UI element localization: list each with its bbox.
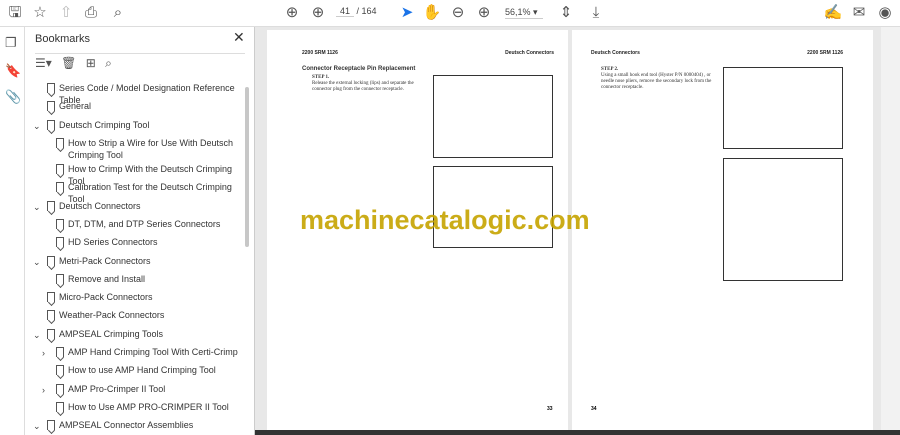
delete-icon[interactable]: 🗑 (61, 56, 76, 70)
print-icon[interactable]: ⎙ (81, 4, 101, 22)
find-bookmark-icon[interactable]: ⌕ (105, 56, 112, 70)
bookmark-label: Deutsch Crimping Tool (59, 120, 150, 130)
next-page-icon[interactable]: ⊕ (308, 4, 328, 22)
chevron-right-icon[interactable]: › (42, 347, 45, 359)
chevron-down-icon[interactable]: ⌄ (33, 256, 41, 268)
chevron-down-icon[interactable]: ⌄ (33, 201, 41, 213)
select-cursor-icon[interactable]: ➤ (397, 4, 417, 22)
header-left: Deutsch Connectors (591, 50, 640, 56)
bookmark-icon (47, 310, 55, 320)
bookmark-label: DT, DTM, and DTP Series Connectors (68, 219, 221, 229)
total-pages: / 164 (356, 6, 377, 16)
chevron-right-icon[interactable]: › (42, 384, 45, 396)
page-number: 33 (547, 406, 553, 412)
figure-secondary-lock (723, 67, 843, 149)
bookmark-icon (56, 164, 64, 174)
bookmark-label: How to use AMP Hand Crimping Tool (68, 365, 216, 375)
zoom-in-icon[interactable]: ⊕ (474, 4, 494, 22)
bottom-bar (255, 430, 900, 435)
bookmark-icon (47, 292, 55, 302)
email-icon[interactable]: ✉ (849, 4, 869, 22)
bookmark-label: Weather-Pack Connectors (59, 310, 165, 320)
bookmark-label: Metri-Pack Connectors (59, 256, 151, 266)
scroll-mode-icon[interactable]: ⤓ (586, 4, 606, 22)
bookmark-label: Deutsch Connectors (59, 201, 141, 211)
chevron-down-icon[interactable]: ⌄ (33, 329, 41, 341)
zoom-select[interactable]: 56,1% ▾ (505, 7, 543, 19)
bookmark-label: How to Use AMP PRO-CRIMPER II Tool (68, 402, 229, 412)
bookmark-icon (56, 347, 64, 357)
page-indicator: 41 / 164 (336, 6, 377, 17)
prev-page-icon[interactable]: ⊕ (282, 4, 302, 22)
chevron-down-icon[interactable]: ⌄ (33, 120, 41, 132)
page-number-input[interactable]: 41 (336, 6, 354, 17)
bookmark-icon (56, 138, 64, 148)
header-right: 2200 SRM 1126 (807, 50, 843, 56)
header-right: Deutsch Connectors (505, 50, 554, 56)
bookmark-label: AMPSEAL Crimping Tools (59, 329, 164, 339)
bookmark-label: How to Strip a Wire for Use With Deutsch… (68, 138, 234, 160)
step-text: Release the external locking (lips) and … (312, 81, 414, 92)
bookmark-icon (56, 384, 64, 394)
bookmark-icon (47, 329, 55, 339)
toolbar: 🖫 ☆ ⇧ ⎙ ⌕ ⊕ ⊕ 41 / 164 ➤ ✋ ⊖ ⊕ 56,1% ▾ ⇕… (0, 0, 900, 27)
chevron-down-icon[interactable]: ⌄ (33, 420, 41, 432)
bookmark-icon (56, 274, 64, 284)
bookmark-label: HD Series Connectors (68, 237, 158, 247)
bookmark-icon (47, 101, 55, 111)
bookmark-icon (47, 83, 55, 93)
add-bookmark-icon[interactable]: ⊞ (86, 56, 96, 70)
search-icon[interactable]: ⌕ (108, 4, 128, 22)
bookmark-icon (56, 237, 64, 247)
left-rail: ❐ 🔖 📎 (0, 27, 25, 435)
bookmark-icon (56, 182, 64, 192)
bookmark-tools: ☰▾ 🗑 ⊞ ⌕ (35, 53, 245, 71)
bookmark-icon (47, 420, 55, 430)
bookmark-icon (47, 120, 55, 130)
bookmark-label: AMP Pro-Crimper II Tool (68, 384, 166, 394)
attachment-icon[interactable]: 📎 (5, 89, 21, 105)
bookmark-icon (56, 219, 64, 229)
hand-tool-icon[interactable]: ✋ (422, 4, 442, 22)
bookmark-icon (56, 365, 64, 375)
viewer-scrollbar[interactable] (881, 27, 900, 430)
bookmark-icon[interactable]: 🔖 (5, 63, 21, 79)
step-text: Using a small hook end tool (Hyster P/N … (601, 73, 712, 90)
watermark: machinecatalogic.com (300, 205, 590, 235)
page-fit-icon[interactable]: ⇕ (556, 4, 576, 22)
figure-hook-tool (723, 158, 843, 281)
upload-cloud-icon[interactable]: ⇧ (56, 4, 76, 22)
section-title: Connector Receptacle Pin Replacement (302, 66, 416, 72)
page-number: 34 (591, 406, 597, 412)
save-icon[interactable]: 🖫 (5, 4, 25, 22)
bookmark-label: General (59, 101, 92, 111)
zoom-out-icon[interactable]: ⊖ (448, 4, 468, 22)
close-icon[interactable]: ✕ (233, 29, 245, 46)
figure-connector-separate (433, 75, 553, 158)
star-icon[interactable]: ☆ (30, 4, 50, 22)
zoom-value: 56,1% (505, 7, 531, 17)
sign-icon[interactable]: ✍ (823, 4, 843, 22)
bookmark-icon (47, 201, 55, 211)
options-icon[interactable]: ☰▾ (35, 56, 52, 70)
account-icon[interactable]: ◉ (875, 4, 895, 22)
bookmark-label: AMPSEAL Connector Assemblies (59, 420, 194, 430)
bookmarks-panel: Bookmarks ✕ ☰▾ 🗑 ⊞ ⌕ Series Code / Model… (25, 27, 255, 435)
bookmark-label: AMP Hand Crimping Tool With Certi-Crimp (68, 347, 238, 357)
bookmark-label: Micro-Pack Connectors (59, 292, 153, 302)
panel-title: Bookmarks (35, 33, 91, 45)
pages-icon[interactable]: ❐ (5, 35, 17, 51)
bookmark-icon (47, 256, 55, 266)
bookmark-label: Remove and Install (68, 274, 146, 284)
panel-scrollbar[interactable] (245, 87, 249, 247)
bookmark-icon (56, 402, 64, 412)
header-left: 2200 SRM 1126 (302, 50, 338, 56)
page-right: Deutsch Connectors 2200 SRM 1126 STEP 2.… (572, 30, 873, 430)
